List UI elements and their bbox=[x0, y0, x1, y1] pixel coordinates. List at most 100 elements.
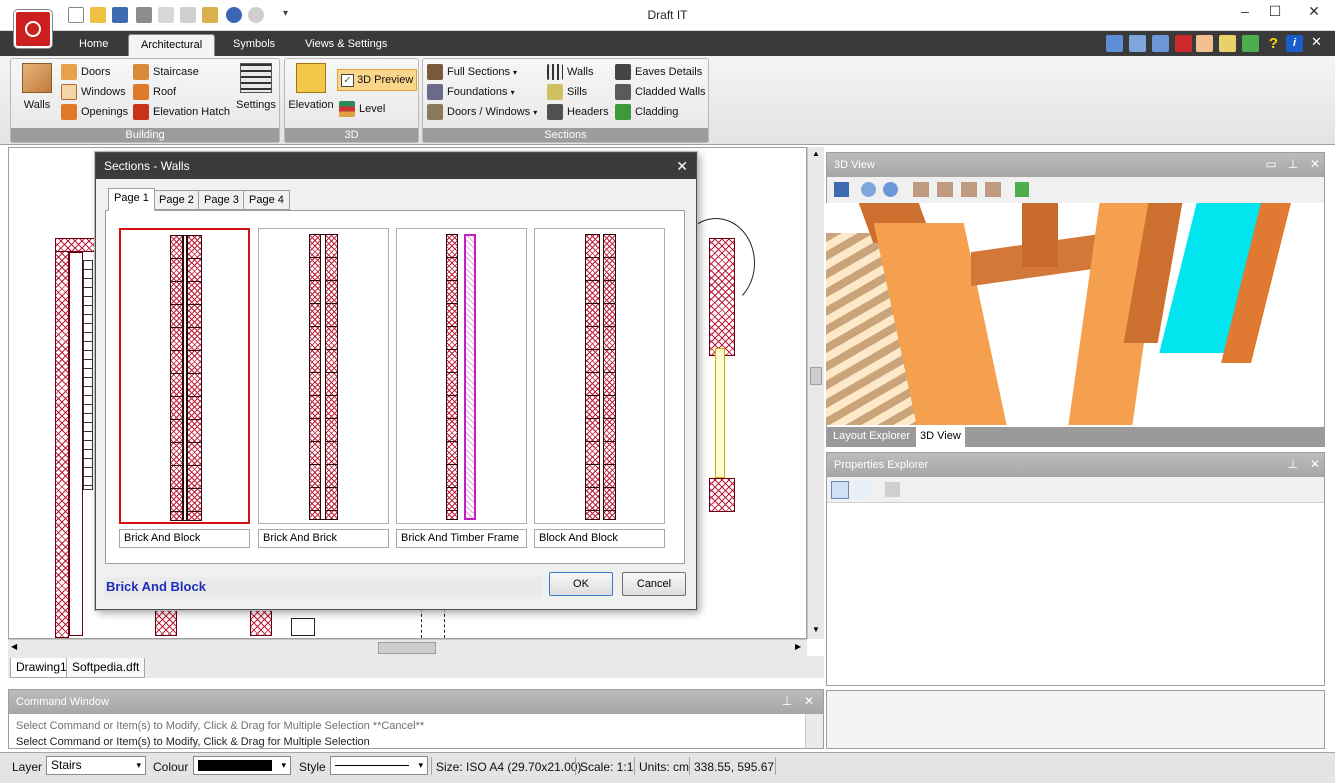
layout-tabs: Layout Explorer 3D View bbox=[827, 427, 1324, 447]
style-label: Style bbox=[299, 760, 326, 774]
level-button[interactable]: Level bbox=[339, 99, 385, 119]
zoom-out-icon[interactable] bbox=[883, 182, 898, 197]
command-current-line[interactable]: Select Command or Item(s) to Modify, Cli… bbox=[16, 736, 370, 748]
snap-icon[interactable] bbox=[1196, 35, 1213, 52]
headers-button[interactable]: Headers bbox=[547, 102, 609, 122]
section-label-block-and-block[interactable]: Block And Block bbox=[534, 529, 665, 548]
rotate-left-icon[interactable] bbox=[913, 182, 929, 197]
brick-leaf bbox=[446, 234, 458, 520]
3d-view-minimize-icon[interactable]: ▭ bbox=[1263, 157, 1279, 171]
sills-button[interactable]: Sills bbox=[547, 82, 609, 102]
tab-page-2[interactable]: Page 2 bbox=[153, 190, 200, 210]
property-pages-icon[interactable] bbox=[885, 482, 900, 497]
section-option-brick-and-timber-frame[interactable] bbox=[396, 228, 527, 524]
ribbon: Walls Doors Windows Openings Staircase R… bbox=[0, 56, 1335, 145]
section-option-brick-and-block[interactable] bbox=[119, 228, 250, 524]
command-window-close-icon[interactable]: ✕ bbox=[801, 694, 817, 708]
walls-button[interactable]: Walls bbox=[19, 63, 55, 115]
elevation-button[interactable]: Elevation bbox=[287, 63, 335, 111]
zoom-extents-icon[interactable] bbox=[1106, 35, 1123, 52]
tab-3d-view[interactable]: 3D View bbox=[916, 427, 965, 447]
scroll-down-icon[interactable]: ▼ bbox=[812, 625, 820, 634]
settings-button[interactable]: Settings bbox=[235, 63, 277, 111]
tab-softpedia-dft[interactable]: Softpedia.dft bbox=[66, 658, 146, 678]
zoom-out-icon[interactable] bbox=[1152, 35, 1169, 52]
3d-preview-toggle[interactable]: ✓ 3D Preview bbox=[337, 69, 417, 91]
pin-icon[interactable]: ⊥ bbox=[779, 694, 795, 708]
scroll-right-icon[interactable]: ▶ bbox=[795, 642, 801, 651]
zoom-in-icon[interactable] bbox=[1129, 35, 1146, 52]
refresh-icon[interactable] bbox=[1015, 182, 1029, 197]
tab-home[interactable]: Home bbox=[67, 34, 120, 56]
style-select[interactable]: ▾ bbox=[330, 756, 428, 775]
maximize-button[interactable]: ☐ bbox=[1260, 0, 1290, 24]
cladded-walls-button[interactable]: Cladded Walls bbox=[615, 82, 706, 102]
ok-button[interactable]: OK bbox=[549, 572, 613, 596]
window-icon bbox=[61, 84, 77, 101]
tab-layout-explorer[interactable]: Layout Explorer bbox=[829, 427, 914, 447]
openings-button[interactable]: Openings bbox=[61, 102, 128, 122]
horizontal-scroll-thumb[interactable] bbox=[378, 642, 436, 654]
close-button[interactable]: ✕ bbox=[1293, 0, 1335, 24]
3d-view-close-icon[interactable]: ✕ bbox=[1307, 157, 1323, 171]
save-icon[interactable] bbox=[834, 182, 849, 197]
properties-close-icon[interactable]: ✕ bbox=[1307, 457, 1323, 471]
section-walls-button[interactable]: Walls bbox=[547, 62, 609, 82]
roof-button[interactable]: Roof bbox=[133, 82, 230, 102]
minimize-button[interactable]: – bbox=[1230, 0, 1260, 24]
tab-views-settings[interactable]: Views & Settings bbox=[293, 34, 399, 56]
grid-icon[interactable] bbox=[1175, 35, 1192, 52]
scroll-left-icon[interactable]: ◀ bbox=[11, 642, 17, 651]
ortho-icon[interactable] bbox=[1219, 35, 1236, 52]
cladding-button[interactable]: Cladding bbox=[615, 102, 706, 122]
tab-drawing1[interactable]: Drawing1 bbox=[10, 658, 73, 678]
colour-select[interactable]: ▾ bbox=[193, 756, 291, 775]
command-scrollbar[interactable] bbox=[805, 714, 823, 748]
full-sections-button[interactable]: Full Sections ▾ bbox=[427, 62, 537, 82]
zoom-in-icon[interactable] bbox=[861, 182, 876, 197]
tab-architectural[interactable]: Architectural bbox=[128, 34, 216, 56]
section-label-brick-and-block[interactable]: Brick And Block bbox=[119, 529, 250, 548]
application-menu-button[interactable] bbox=[14, 10, 52, 48]
rotate-right-icon[interactable] bbox=[985, 182, 1001, 197]
canvas-vertical-scrollbar[interactable]: ▲ ▼ bbox=[807, 147, 824, 639]
separator bbox=[689, 757, 690, 775]
help-icon[interactable]: ? bbox=[1265, 35, 1282, 52]
tab-page-4[interactable]: Page 4 bbox=[243, 190, 290, 210]
camera-icon[interactable] bbox=[291, 618, 315, 636]
3d-preview-viewport[interactable] bbox=[826, 203, 1324, 425]
section-label-brick-and-timber-frame[interactable]: Brick And Timber Frame bbox=[396, 529, 527, 548]
windows-button[interactable]: Windows bbox=[61, 82, 128, 102]
sort-az-icon[interactable] bbox=[855, 481, 871, 499]
doors-button[interactable]: Doors bbox=[61, 62, 128, 82]
section-option-brick-and-brick[interactable] bbox=[258, 228, 389, 524]
info-icon[interactable]: i bbox=[1286, 35, 1303, 52]
tab-page-1[interactable]: Page 1 bbox=[108, 188, 155, 211]
staircase-button[interactable]: Staircase bbox=[133, 62, 230, 82]
foundations-button[interactable]: Foundations ▾ bbox=[427, 82, 537, 102]
ribbon-close-icon[interactable]: ✕ bbox=[1311, 34, 1322, 50]
cancel-button[interactable]: Cancel bbox=[622, 572, 686, 596]
export-icon[interactable] bbox=[1242, 35, 1259, 52]
vertical-scroll-thumb[interactable] bbox=[810, 367, 822, 385]
selected-section-name: Brick And Block bbox=[104, 577, 542, 597]
section-option-block-and-block[interactable] bbox=[534, 228, 665, 524]
elevation-hatch-button[interactable]: Elevation Hatch bbox=[133, 102, 230, 122]
rotate-down-icon[interactable] bbox=[961, 182, 977, 197]
dialog-close-button[interactable]: ✕ bbox=[676, 153, 688, 179]
section-label-brick-and-brick[interactable]: Brick And Brick bbox=[258, 529, 389, 548]
3d-view-pin-icon[interactable]: ⊥ bbox=[1285, 157, 1301, 171]
properties-pin-icon[interactable]: ⊥ bbox=[1285, 457, 1301, 471]
canvas-horizontal-scrollbar[interactable]: ◀ ▶ bbox=[8, 639, 807, 656]
tab-page-3[interactable]: Page 3 bbox=[198, 190, 245, 210]
categorized-icon[interactable] bbox=[831, 481, 849, 499]
layer-select[interactable]: Stairs ▾ bbox=[46, 756, 146, 775]
command-window: Command Window ⊥ ✕ Select Command or Ite… bbox=[8, 689, 824, 749]
doors-windows-button[interactable]: Doors / Windows ▾ bbox=[427, 102, 537, 122]
eaves-details-button[interactable]: Eaves Details bbox=[615, 62, 706, 82]
rotate-up-icon[interactable] bbox=[937, 182, 953, 197]
building-group-label: Building bbox=[11, 128, 279, 142]
tab-symbols[interactable]: Symbols bbox=[221, 34, 287, 56]
window-title: Draft IT bbox=[647, 8, 688, 22]
scroll-up-icon[interactable]: ▲ bbox=[812, 149, 820, 158]
